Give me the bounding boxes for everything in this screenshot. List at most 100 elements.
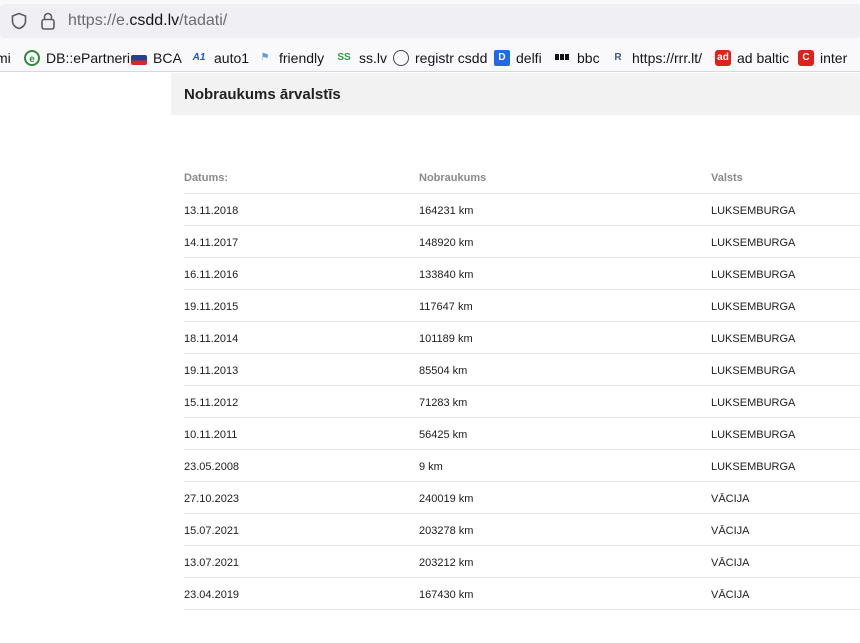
- bookmark-label: delfi: [516, 50, 542, 66]
- mileage-cell: 148920 km: [419, 237, 474, 249]
- date-cell: 15.07.2021: [184, 525, 240, 537]
- table-row: 16.11.2016 133840 km LUKSEMBURGA: [184, 258, 860, 290]
- bookmark-registr-csdd[interactable]: registr csdd: [393, 49, 487, 67]
- bookmark-mi[interactable]: mi: [0, 49, 11, 67]
- delfi-icon: D: [494, 50, 510, 66]
- page-title: Nobraukums ārvalstīs: [184, 86, 341, 103]
- rrr-icon: R: [614, 52, 622, 63]
- adbaltic-icon: ad: [715, 50, 731, 66]
- bookmark-bca[interactable]: BCA: [131, 49, 182, 67]
- mileage-cell: 85504 km: [419, 365, 468, 377]
- date-cell: 18.11.2014: [184, 333, 239, 345]
- table-header-row: Datums: Nobraukums Valsts: [184, 162, 860, 194]
- section-header: Nobraukums ārvalstīs: [171, 73, 860, 115]
- country-cell: LUKSEMBURGA: [711, 301, 796, 313]
- date-cell: 19.11.2015: [184, 301, 239, 313]
- bookmark-sslv[interactable]: SS ss.lv: [335, 49, 387, 67]
- table-row: 13.11.2018 164231 km LUKSEMBURGA: [184, 194, 860, 226]
- date-cell: 13.07.2021: [184, 557, 240, 569]
- bookmark-friendly[interactable]: ⚑ friendly: [257, 49, 325, 67]
- table-row: 15.07.2021 203278 km VĀCIJA: [184, 514, 860, 546]
- table-row: 13.07.2021 203212 km VĀCIJA: [184, 546, 860, 578]
- table-row: 15.11.2012 71283 km LUKSEMBURGA: [184, 386, 860, 418]
- column-header-country: Valsts: [711, 172, 743, 184]
- bookmark-ad-baltic[interactable]: ad ad baltic: [715, 49, 789, 67]
- table-row: 23.04.2019 167430 km VĀCIJA: [184, 578, 860, 610]
- column-header-mileage: Nobraukums: [419, 172, 487, 184]
- country-cell: VĀCIJA: [711, 493, 750, 505]
- bookmark-dbepartneri[interactable]: e DB::ePartneri: [24, 49, 130, 67]
- globe-icon: [393, 50, 409, 66]
- country-cell: LUKSEMBURGA: [711, 333, 796, 345]
- shield-icon[interactable]: [10, 12, 28, 30]
- table-row: 18.11.2014 101189 km LUKSEMBURGA: [184, 322, 860, 354]
- table-row: 23.05.2008 9 km LUKSEMBURGA: [184, 450, 860, 482]
- bookmark-bbc[interactable]: bbc: [553, 49, 600, 67]
- mileage-cell: 167430 km: [419, 589, 474, 601]
- bookmark-label: mi: [0, 50, 11, 66]
- country-cell: LUKSEMBURGA: [711, 237, 796, 249]
- country-cell: LUKSEMBURGA: [711, 429, 796, 441]
- country-cell: LUKSEMBURGA: [711, 205, 796, 217]
- bookmark-rrr[interactable]: R https://rrr.lt/: [610, 49, 702, 67]
- table-row: 27.10.2023 240019 km VĀCIJA: [184, 482, 860, 514]
- country-cell: VĀCIJA: [711, 557, 750, 569]
- date-cell: 15.11.2012: [184, 397, 239, 409]
- mileage-cell: 203212 km: [419, 557, 474, 569]
- bookmark-label: https://rrr.lt/: [632, 50, 703, 66]
- mileage-cell: 133840 km: [419, 269, 474, 281]
- dbepartneri-icon: e: [24, 50, 40, 66]
- table-row: 19.11.2013 85504 km LUKSEMBURGA: [184, 354, 860, 386]
- inter-icon: C: [798, 50, 814, 66]
- url-text[interactable]: https://e.csdd.lv/tadati/: [68, 12, 227, 30]
- bca-icon: [131, 54, 147, 65]
- url-path: /tadati/: [179, 12, 228, 29]
- address-bar[interactable]: https://e.csdd.lv/tadati/: [0, 4, 860, 38]
- table-row: 10.11.2011 56425 km LUKSEMBURGA: [184, 418, 860, 450]
- country-cell: VĀCIJA: [711, 525, 750, 537]
- country-cell: VĀCIJA: [711, 589, 750, 601]
- table-row: 14.11.2017 148920 km LUKSEMBURGA: [184, 226, 860, 258]
- url-host: csdd.lv: [129, 12, 180, 29]
- bookmark-label: auto1: [214, 50, 250, 66]
- mileage-table: Datums: Nobraukums Valsts 13.11.2018 1642…: [184, 162, 860, 610]
- mileage-cell: 9 km: [419, 461, 443, 473]
- mileage-cell: 164231 km: [419, 205, 474, 217]
- bookmark-label: bbc: [577, 50, 600, 66]
- bookmarks-bar: mi e DB::ePartneri BCA A1 auto1 ⚑ friend…: [0, 44, 860, 72]
- bookmark-label: BCA: [153, 50, 182, 66]
- table-row: 19.11.2015 117647 km LUKSEMBURGA: [184, 290, 860, 322]
- bookmark-label: friendly: [279, 50, 325, 66]
- date-cell: 27.10.2023: [184, 493, 240, 505]
- mileage-cell: 203278 km: [419, 525, 474, 537]
- lock-icon[interactable]: [39, 11, 57, 31]
- date-cell: 23.05.2008: [184, 461, 240, 473]
- ss-icon: SS: [337, 52, 351, 63]
- bbc-icon: [553, 50, 571, 66]
- bookmark-inter[interactable]: C inter: [798, 49, 847, 67]
- browser-toolbar: https://e.csdd.lv/tadati/: [0, 0, 860, 44]
- mileage-cell: 117647 km: [419, 301, 473, 313]
- bookmark-delfi[interactable]: D delfi: [494, 49, 542, 67]
- url-prefix: https://e.: [68, 12, 130, 29]
- date-cell: 23.04.2019: [184, 589, 240, 601]
- date-cell: 13.11.2018: [184, 205, 239, 217]
- mileage-cell: 71283 km: [419, 397, 468, 409]
- bookmark-label: inter: [820, 50, 848, 66]
- bookmark-label: ss.lv: [359, 50, 387, 66]
- country-cell: LUKSEMBURGA: [711, 461, 796, 473]
- mileage-cell: 101189 km: [419, 333, 473, 345]
- bookmark-label: DB::ePartneri: [46, 50, 131, 66]
- country-cell: LUKSEMBURGA: [711, 365, 796, 377]
- auto1-icon: A1: [192, 52, 206, 63]
- country-cell: LUKSEMBURGA: [711, 397, 796, 409]
- date-cell: 14.11.2017: [184, 237, 239, 249]
- mileage-cell: 240019 km: [419, 493, 474, 505]
- mileage-cell: 56425 km: [419, 429, 468, 441]
- friendly-icon: ⚑: [260, 52, 270, 63]
- bookmark-label: ad baltic: [737, 50, 790, 66]
- date-cell: 19.11.2013: [184, 365, 239, 377]
- bookmark-label: registr csdd: [415, 50, 488, 66]
- bookmark-auto1[interactable]: A1 auto1: [190, 49, 249, 67]
- column-header-date: Datums:: [184, 172, 229, 184]
